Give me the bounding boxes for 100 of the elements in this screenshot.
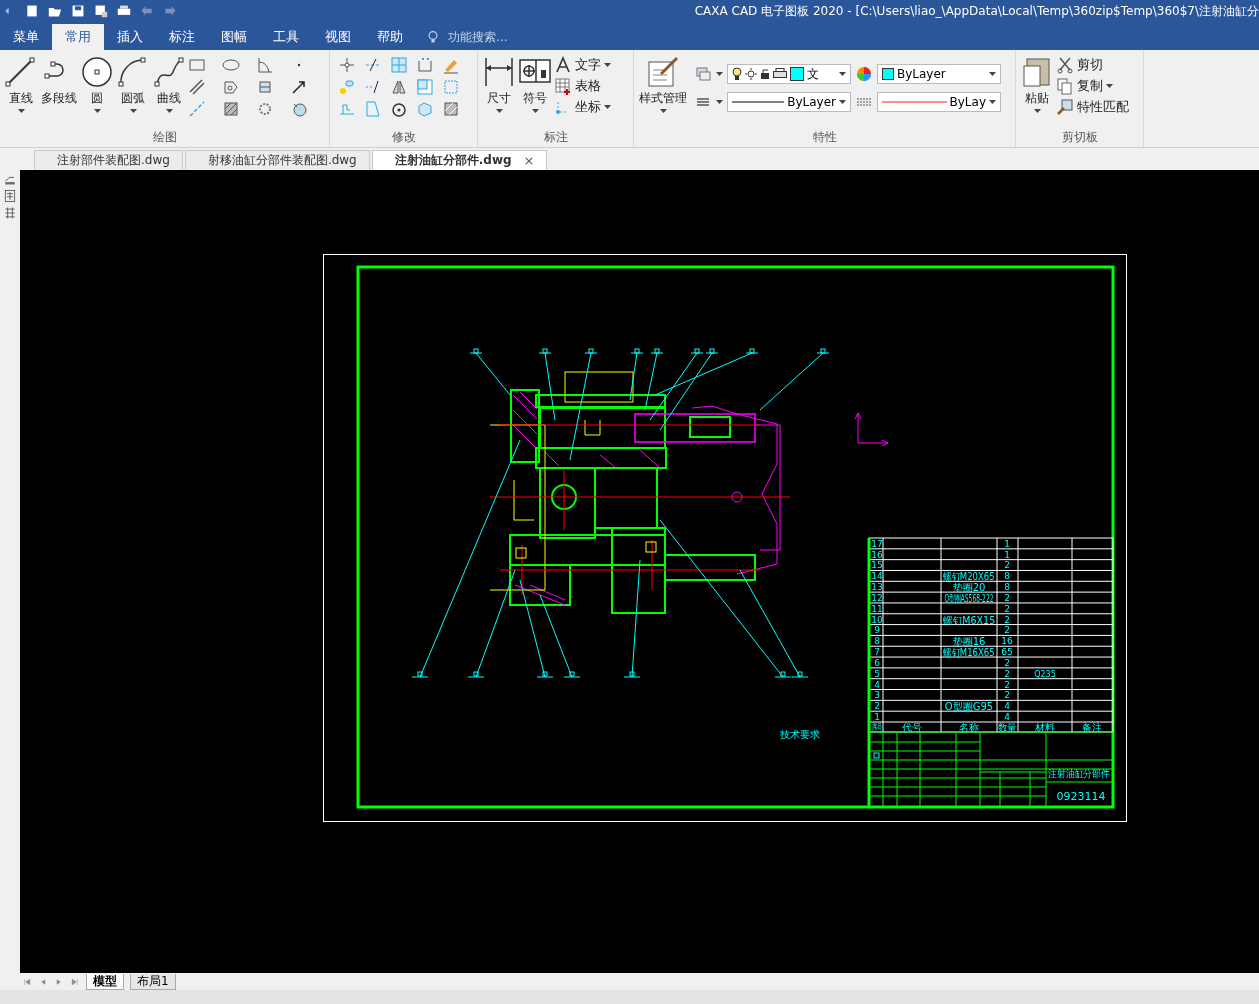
move-icon[interactable]: [338, 56, 356, 74]
caret-icon: [1033, 109, 1041, 113]
table-cell: 1: [1004, 538, 1010, 549]
last-page-icon[interactable]: [70, 976, 80, 987]
document-tab[interactable]: 注射油缸分部件.dwg ×: [371, 150, 548, 170]
extend-icon[interactable]: [364, 78, 382, 96]
layer-dropdown[interactable]: 文: [727, 64, 851, 84]
layer-name: 文: [807, 65, 819, 83]
grid-icon[interactable]: [3, 206, 17, 220]
table-header: 序号: [871, 722, 883, 734]
table-cell: O型圈G95: [944, 701, 994, 713]
layout-tab[interactable]: 布局1: [130, 973, 176, 990]
close-icon[interactable]: ×: [523, 153, 535, 168]
layout-tab[interactable]: 模型: [86, 973, 124, 990]
first-page-icon[interactable]: [22, 976, 32, 987]
table-cell: 3: [874, 690, 880, 701]
table-cell: 17: [871, 538, 883, 549]
tool-button[interactable]: 特性匹配: [1056, 98, 1129, 116]
tool-button[interactable]: 剪切: [1056, 56, 1129, 74]
line-sample-icon: [882, 100, 947, 104]
table-cell: 2: [1004, 668, 1010, 679]
page-icon[interactable]: [364, 100, 382, 118]
polygon-icon[interactable]: [222, 78, 240, 96]
line-icon: [5, 56, 37, 88]
table-cell: 垫圈20: [952, 582, 986, 594]
print-icon[interactable]: [117, 4, 131, 18]
mirror-icon[interactable]: [390, 78, 408, 96]
tool-button[interactable]: 圆: [80, 54, 114, 129]
table-cell: 12: [871, 592, 883, 603]
table-cell: 2: [1004, 560, 1010, 571]
tool-button[interactable]: 圆弧: [116, 54, 150, 129]
tool-button[interactable]: 曲线: [152, 54, 186, 129]
offset-icon[interactable]: [338, 78, 356, 96]
tool-button[interactable]: 粘贴: [1020, 54, 1054, 129]
parallel-lines-icon[interactable]: [188, 78, 206, 96]
menu-tab[interactable]: 图幅: [208, 24, 260, 50]
tool-button[interactable]: 样式管理: [638, 54, 688, 129]
arc-icon: [117, 56, 149, 88]
table-cell: 13: [871, 582, 883, 593]
hatch-icon[interactable]: [442, 100, 460, 118]
bracket-icon[interactable]: [416, 56, 434, 74]
search-field[interactable]: 功能搜索...: [446, 29, 550, 45]
lightbulb-icon[interactable]: [426, 30, 440, 44]
solid-line-icon: [732, 100, 785, 104]
table-cell: 14: [871, 571, 883, 582]
linetype-dropdown[interactable]: ByLayer: [727, 92, 851, 112]
curve-icon: [153, 56, 185, 88]
panel-icon[interactable]: [3, 189, 17, 203]
new-file-icon[interactable]: [25, 4, 39, 18]
coordinate-axes-icon: [854, 412, 889, 447]
menu-tab[interactable]: 插入: [104, 24, 156, 50]
menu-tab[interactable]: 菜单: [0, 24, 52, 50]
color-wheel-icon[interactable]: [855, 65, 873, 83]
arrow-icon[interactable]: [290, 78, 308, 96]
table-cell: 2: [1004, 614, 1010, 625]
table-cell: 11: [871, 603, 883, 614]
tool-button[interactable]: 尺寸: [482, 54, 516, 129]
leader-line: [469, 348, 511, 396]
menu-tab[interactable]: 帮助: [364, 24, 416, 50]
text-icon: [554, 56, 572, 74]
menu-tab[interactable]: 工具: [260, 24, 312, 50]
lineweight-dropdown[interactable]: ByLay: [877, 92, 1001, 112]
printer-icon: [773, 68, 787, 80]
leader-line: [629, 348, 644, 401]
table-cell: 16: [871, 549, 883, 560]
caret-icon: [989, 100, 996, 104]
scale-icon[interactable]: [416, 78, 434, 96]
menu-tab[interactable]: 标注: [156, 24, 208, 50]
tool-button[interactable]: 文字: [554, 56, 611, 74]
hatch-icon[interactable]: [222, 100, 240, 118]
tool-button[interactable]: 多段线: [40, 54, 78, 129]
layers-icon[interactable]: [694, 65, 712, 83]
dimension-icon: [483, 56, 515, 88]
table-cell: 7: [874, 647, 880, 658]
tool-button[interactable]: 复制: [1056, 77, 1129, 95]
menu-tab[interactable]: 视图: [312, 24, 364, 50]
table-cell: 4: [874, 679, 880, 690]
caret-icon: [839, 100, 846, 104]
table-cell: 螺钉M20X65: [943, 570, 995, 583]
notes-title: 技术要求: [780, 729, 820, 740]
color-dropdown[interactable]: ByLayer: [877, 64, 1001, 84]
tool-button[interactable]: 表格: [554, 77, 611, 95]
circle-icon: [81, 56, 113, 88]
table-header: 材料: [1035, 722, 1055, 733]
save-as-icon[interactable]: [94, 4, 108, 18]
save-icon[interactable]: [71, 4, 85, 18]
tool-button[interactable]: 符号: [518, 54, 552, 129]
trim-icon[interactable]: [364, 56, 382, 74]
cube-icon[interactable]: [416, 100, 434, 118]
tool-button[interactable]: 坐标: [554, 98, 611, 116]
ellipse-icon[interactable]: [222, 56, 240, 74]
tool-button[interactable]: 直线: [4, 54, 38, 129]
table-cell: 65: [1001, 647, 1013, 658]
axis-curve-icon[interactable]: [256, 56, 274, 74]
table-cell: 2: [1004, 679, 1010, 690]
menu-tab[interactable]: 常用: [52, 24, 104, 50]
document-tab[interactable]: 射移油缸分部件装配图.dwg: [184, 150, 370, 170]
drawing-number: 0923114: [1056, 790, 1106, 803]
table-header: 名称: [959, 722, 979, 733]
document-tab[interactable]: 注射部件装配图.dwg: [34, 150, 183, 170]
